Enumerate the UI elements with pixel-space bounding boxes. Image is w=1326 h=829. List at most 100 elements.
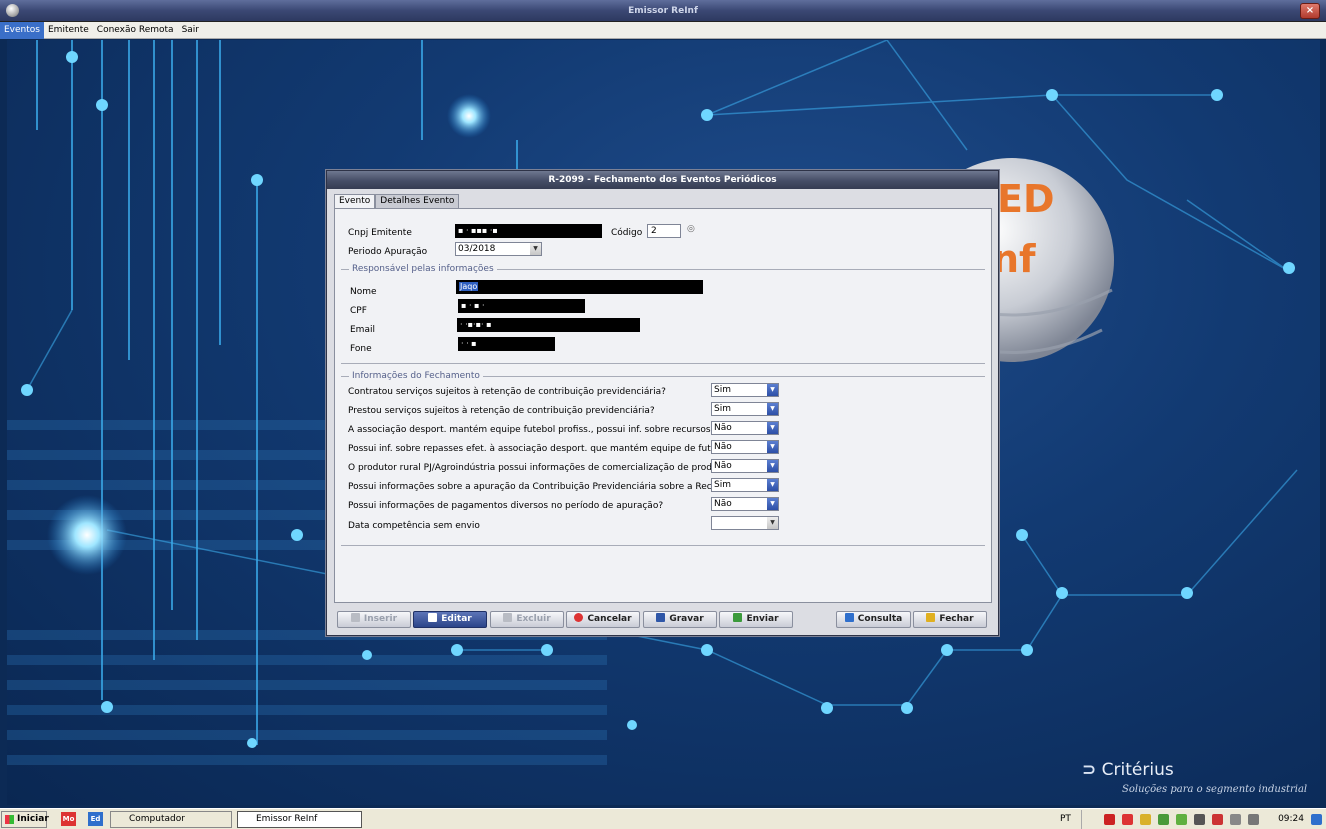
question-value: Não (714, 499, 732, 509)
question-value: Sim (714, 480, 731, 490)
codigo-field[interactable]: 2 (647, 224, 681, 238)
main-window-titlebar: Emissor ReInf × (0, 0, 1326, 22)
periodo-value: 03/2018 (458, 244, 496, 254)
question-label: O produtor rural PJ/Agroindústria possui… (348, 463, 739, 473)
tray-icon[interactable] (1140, 814, 1151, 825)
question-select[interactable]: Não ▼ (711, 440, 779, 454)
chevron-down-icon: ▼ (767, 517, 778, 529)
responsavel-group-title: Responsável pelas informações (349, 264, 497, 274)
consulta-button[interactable]: Consulta (836, 611, 911, 628)
question-select[interactable]: Não ▼ (711, 421, 779, 435)
insert-icon (350, 613, 360, 622)
cnpj-field[interactable]: ▪ · ▪▪▪ ·▪ (455, 224, 602, 238)
fechamento-group-title: Informações do Fechamento (349, 371, 483, 381)
question-value: Sim (714, 385, 731, 395)
menu-eventos[interactable]: Eventos (0, 22, 44, 39)
gravar-button[interactable]: Gravar (643, 611, 717, 628)
question-label: Contratou serviços sujeitos à retenção d… (348, 387, 666, 397)
company-name: Critérius (1101, 760, 1174, 780)
tray-icon[interactable] (1158, 814, 1169, 825)
app-root: Emissor ReInf × Eventos Emitente Conexão R… (0, 0, 1326, 829)
quicklaunch-mo-icon[interactable]: Mo (61, 812, 76, 826)
email-label: Email (350, 325, 375, 335)
search-icon (844, 613, 854, 622)
excluir-label: Excluir (516, 614, 551, 624)
question-value: Sim (714, 404, 731, 414)
taskbar: Iniciar Mo Ed Computador Emissor ReInf P… (0, 808, 1326, 829)
show-desktop-icon[interactable] (1311, 814, 1322, 825)
fone-field[interactable]: · · ▪ (458, 337, 555, 351)
fechar-button[interactable]: Fechar (913, 611, 987, 628)
tab-evento[interactable]: Evento (334, 194, 376, 208)
fone-label: Fone (350, 344, 372, 354)
data-competencia-label: Data competência sem envio (348, 521, 480, 531)
tab-detalhes-evento[interactable]: Detalhes Evento (375, 194, 460, 208)
chevron-down-icon: ▼ (767, 460, 778, 472)
excluir-button[interactable]: Excluir (490, 611, 564, 628)
question-select[interactable]: Sim ▼ (711, 383, 779, 397)
chevron-down-icon: ▼ (530, 243, 541, 255)
consulta-label: Consulta (857, 614, 903, 624)
language-indicator[interactable]: PT (1060, 810, 1071, 829)
dialog-title: R-2099 - Fechamento dos Eventos Periódic… (327, 171, 998, 189)
nome-field[interactable]: Jaqo (456, 280, 703, 294)
email-field[interactable]: · ·▪·▪· ▪ (457, 318, 640, 332)
menu-emitente[interactable]: Emitente (44, 22, 93, 39)
task-label: Computador (129, 814, 185, 824)
cancelar-button[interactable]: Cancelar (566, 611, 640, 628)
question-select[interactable]: Sim ▼ (711, 402, 779, 416)
question-label: Prestou serviços sujeitos à retenção de … (348, 406, 655, 416)
quicklaunch-ed-icon[interactable]: Ed (88, 812, 103, 826)
task-label: Emissor ReInf (256, 814, 318, 824)
volume-icon[interactable] (1248, 814, 1259, 825)
cnpj-label: Cnpj Emitente (348, 228, 412, 238)
enviar-button[interactable]: Enviar (719, 611, 793, 628)
delete-icon (503, 613, 513, 622)
inserir-label: Inserir (363, 614, 398, 624)
system-tray: PT 09:24 (1060, 810, 1326, 829)
chevron-down-icon: ▼ (767, 498, 778, 510)
task-computador[interactable]: Computador (110, 811, 232, 828)
question-select[interactable]: Não ▼ (711, 497, 779, 511)
app-icon[interactable] (6, 4, 19, 17)
dialog-button-bar: Inserir Editar Excluir Cancelar Gravar E… (334, 608, 992, 630)
criterius-logo: ⊃ Critérius Soluções para o segmento ind… (1082, 760, 1308, 795)
view-icon[interactable]: ◎ (687, 224, 695, 234)
tray-icon[interactable] (1212, 814, 1223, 825)
tray-icon[interactable] (1122, 814, 1133, 825)
question-value: Não (714, 423, 732, 433)
chevron-down-icon: ▼ (767, 441, 778, 453)
question-select[interactable]: Sim ▼ (711, 478, 779, 492)
question-select[interactable]: Não ▼ (711, 459, 779, 473)
save-icon (656, 613, 666, 622)
start-button[interactable]: Iniciar (1, 811, 49, 828)
gravar-label: Gravar (669, 614, 704, 624)
data-competencia-select[interactable]: ▼ (711, 516, 779, 530)
tray-icon[interactable] (1176, 814, 1187, 825)
tray-icon[interactable] (1230, 814, 1241, 825)
chevron-down-icon: ▼ (767, 422, 778, 434)
dialog-tabs: Evento Detalhes Evento (334, 194, 460, 208)
window-title: Emissor ReInf (628, 6, 698, 16)
enviar-label: Enviar (746, 614, 779, 624)
cpf-field[interactable]: ▪ · ▪ · (458, 299, 585, 313)
tray-icon[interactable] (1194, 814, 1205, 825)
question-value: Não (714, 442, 732, 452)
editar-button[interactable]: Editar (413, 611, 487, 628)
task-emissor-reinf[interactable]: Emissor ReInf (237, 811, 362, 828)
chevron-down-icon: ▼ (767, 479, 778, 491)
clock[interactable]: 09:24 (1278, 810, 1304, 829)
close-window-button[interactable]: × (1300, 3, 1320, 19)
menu-sair[interactable]: Sair (178, 22, 203, 39)
question-label: A associação desport. mantém equipe fute… (348, 425, 762, 435)
periodo-select[interactable]: 03/2018 ▼ (455, 242, 542, 256)
send-icon (733, 613, 743, 622)
menu-conexao-remota[interactable]: Conexão Remota (93, 22, 178, 39)
tray-icon[interactable] (1104, 814, 1115, 825)
chevron-down-icon: ▼ (767, 403, 778, 415)
question-label: Possui informações de pagamentos diverso… (348, 501, 664, 511)
nome-label: Nome (350, 287, 377, 297)
codigo-label: Código (611, 228, 643, 238)
r2099-dialog: R-2099 - Fechamento dos Eventos Periódic… (326, 170, 999, 636)
inserir-button[interactable]: Inserir (337, 611, 411, 628)
